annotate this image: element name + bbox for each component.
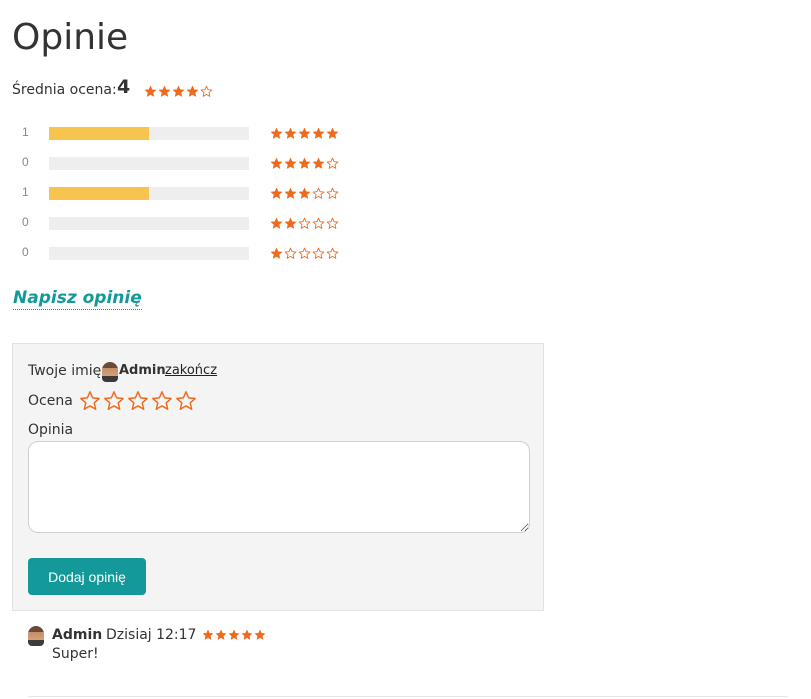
histogram-bar-track xyxy=(49,187,249,200)
histogram-stars xyxy=(270,187,339,200)
star-filled-icon xyxy=(326,127,339,140)
review-text: Super! xyxy=(52,646,99,662)
histogram-bar-fill xyxy=(49,187,149,200)
histogram-row-5: 1 xyxy=(0,123,360,143)
histogram-row-4: 0 xyxy=(0,153,360,173)
star-filled-icon xyxy=(284,157,297,170)
histogram-bar-track xyxy=(49,127,249,140)
opinion-label: Opinia xyxy=(28,422,74,438)
rating-star-3-icon[interactable] xyxy=(127,390,149,412)
histogram-bar-track xyxy=(49,217,249,230)
star-empty-icon xyxy=(298,247,311,260)
rating-input[interactable] xyxy=(79,390,197,412)
divider xyxy=(28,696,788,697)
histogram-count: 0 xyxy=(22,245,29,259)
review-stars xyxy=(202,629,266,641)
avatar xyxy=(102,362,118,382)
submit-review-button[interactable]: Dodaj opinię xyxy=(28,558,146,595)
histogram-row-3: 1 xyxy=(0,183,360,203)
histogram-stars xyxy=(270,247,339,260)
review-author: Admin xyxy=(52,627,103,643)
star-filled-icon xyxy=(158,85,171,98)
histogram-count: 1 xyxy=(22,125,29,139)
avatar xyxy=(28,626,44,646)
star-empty-icon xyxy=(326,247,339,260)
histogram-count: 1 xyxy=(22,185,29,199)
star-filled-icon xyxy=(270,247,283,260)
review-form: Twoje imię Admin zakończ Ocena Opinia Do… xyxy=(12,343,544,611)
average-rating-value: 4 xyxy=(117,76,131,98)
histogram-count: 0 xyxy=(22,215,29,229)
star-filled-icon xyxy=(298,157,311,170)
star-empty-icon xyxy=(326,157,339,170)
name-label: Twoje imię xyxy=(28,363,102,379)
star-empty-icon xyxy=(312,217,325,230)
star-filled-icon xyxy=(312,127,325,140)
write-review-link[interactable]: Napisz opinię xyxy=(13,287,142,310)
review-item: Admin Dzisiaj 12:17 Super! xyxy=(28,624,528,674)
page-title: Opinie xyxy=(12,17,129,58)
star-filled-icon xyxy=(254,629,266,641)
star-filled-icon xyxy=(284,127,297,140)
star-filled-icon xyxy=(172,85,185,98)
rating-star-5-icon[interactable] xyxy=(175,390,197,412)
average-rating-stars xyxy=(144,85,213,98)
star-filled-icon xyxy=(228,629,240,641)
star-empty-icon xyxy=(312,187,325,200)
histogram-bar-track xyxy=(49,157,249,170)
opinion-textarea[interactable] xyxy=(28,441,530,533)
histogram-stars xyxy=(270,157,339,170)
logout-link[interactable]: zakończ xyxy=(165,363,217,378)
star-empty-icon xyxy=(326,187,339,200)
rating-label: Ocena xyxy=(28,393,73,409)
star-filled-icon xyxy=(144,85,157,98)
star-filled-icon xyxy=(298,187,311,200)
star-filled-icon xyxy=(298,127,311,140)
histogram-stars xyxy=(270,127,339,140)
histogram-stars xyxy=(270,217,339,230)
star-filled-icon xyxy=(202,629,214,641)
histogram-row-2: 0 xyxy=(0,213,360,233)
histogram-row-1: 0 xyxy=(0,243,360,263)
star-filled-icon xyxy=(270,187,283,200)
star-empty-icon xyxy=(312,247,325,260)
star-filled-icon xyxy=(270,127,283,140)
star-filled-icon xyxy=(284,187,297,200)
star-empty-icon xyxy=(284,247,297,260)
star-filled-icon xyxy=(284,217,297,230)
star-filled-icon xyxy=(241,629,253,641)
histogram-bar-track xyxy=(49,247,249,260)
rating-star-4-icon[interactable] xyxy=(151,390,173,412)
histogram-count: 0 xyxy=(22,155,29,169)
star-empty-icon xyxy=(200,85,213,98)
histogram-bar-fill xyxy=(49,127,149,140)
star-filled-icon xyxy=(215,629,227,641)
review-date: Dzisiaj 12:17 xyxy=(106,627,197,643)
average-rating-label: Średnia ocena: xyxy=(12,82,117,98)
current-user-name: Admin xyxy=(119,363,166,378)
star-filled-icon xyxy=(270,157,283,170)
star-filled-icon xyxy=(186,85,199,98)
star-empty-icon xyxy=(298,217,311,230)
rating-star-1-icon[interactable] xyxy=(79,390,101,412)
rating-star-2-icon[interactable] xyxy=(103,390,125,412)
star-filled-icon xyxy=(270,217,283,230)
star-filled-icon xyxy=(312,157,325,170)
star-empty-icon xyxy=(326,217,339,230)
